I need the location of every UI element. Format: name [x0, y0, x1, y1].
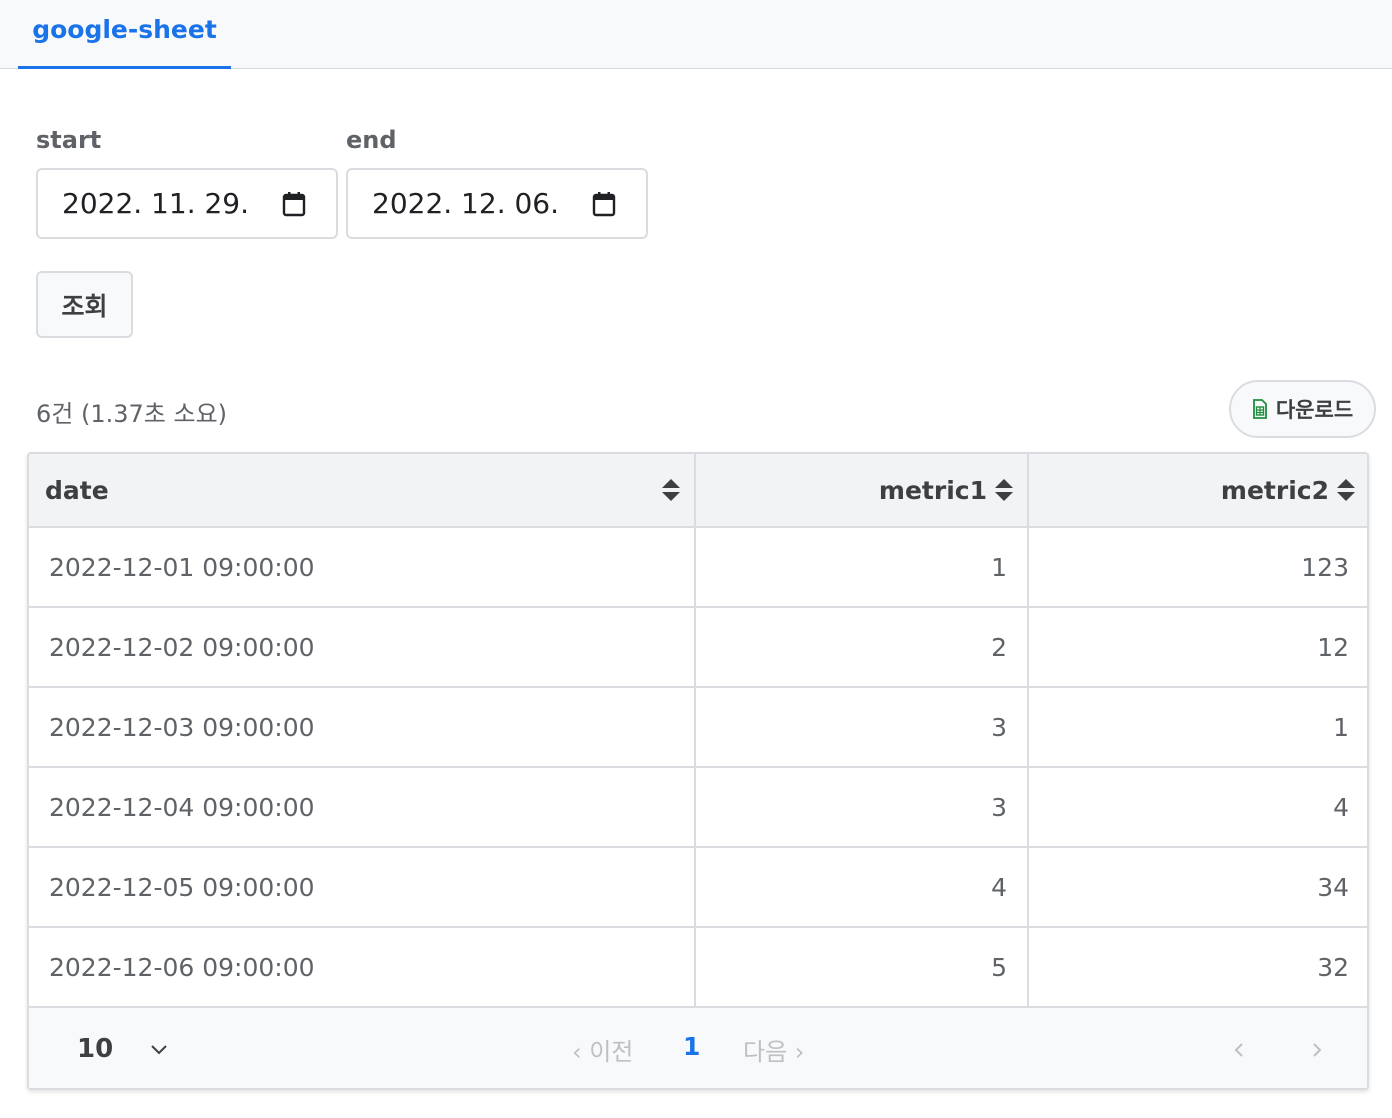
download-label: 다운로드 [1275, 399, 1354, 422]
calendar-icon[interactable] [282, 191, 306, 217]
column-header-date[interactable]: date [29, 454, 696, 526]
start-label: start [36, 126, 102, 154]
cell-metric2: 4 [1333, 792, 1349, 822]
tab-google-sheet[interactable]: google-sheet [18, 0, 231, 69]
cell-date: 2022-12-01 09:00:00 [29, 528, 696, 606]
cell-date: 2022-12-04 09:00:00 [29, 768, 696, 846]
start-date-value: 2022. 11. 29. [62, 187, 250, 220]
calendar-icon[interactable] [592, 191, 616, 217]
prev-page-button[interactable]: ‹ 이전 [572, 1032, 633, 1067]
cell-metric1: 2 [696, 608, 1029, 686]
cell-date: 2022-12-05 09:00:00 [29, 848, 696, 926]
query-button[interactable]: 조회 [36, 271, 133, 338]
sort-icon[interactable] [993, 477, 1015, 503]
cell-metric1: 4 [696, 848, 1029, 926]
cell-metric2: 34 [1317, 872, 1349, 902]
table-footer: 10 ‹ 이전 1 다음 › [29, 1008, 1367, 1088]
column-header-metric1[interactable]: metric1 [696, 454, 1029, 526]
results-table: date metric1 metric2 2022-12-01 09:00:00… [27, 452, 1369, 1090]
table-row: 2022-12-06 09:00:00 5 32 [29, 928, 1367, 1008]
table-row: 2022-12-01 09:00:00 1 123 [29, 528, 1367, 608]
cell-metric2: 32 [1317, 952, 1349, 982]
table-row: 2022-12-02 09:00:00 2 12 [29, 608, 1367, 688]
cell-metric1: 3 [696, 768, 1029, 846]
cell-metric1: 1 [696, 528, 1029, 606]
next-page-button[interactable]: 다음 › [743, 1032, 804, 1067]
tab-bar: google-sheet [0, 0, 1392, 69]
cell-metric1: 5 [696, 928, 1029, 1006]
cell-metric2: 12 [1317, 632, 1349, 662]
table-header-row: date metric1 metric2 [29, 454, 1367, 528]
table-row: 2022-12-03 09:00:00 3 1 [29, 688, 1367, 768]
sort-icon[interactable] [660, 477, 682, 503]
chevron-right-icon[interactable] [1307, 1038, 1327, 1062]
cell-date: 2022-12-03 09:00:00 [29, 688, 696, 766]
result-summary: 6건 (1.37초 소요) [36, 400, 228, 428]
cell-metric2: 123 [1301, 552, 1349, 582]
cell-date: 2022-12-02 09:00:00 [29, 608, 696, 686]
spreadsheet-icon [1252, 399, 1267, 419]
page-number-current[interactable]: 1 [683, 1032, 700, 1061]
table-row: 2022-12-04 09:00:00 3 4 [29, 768, 1367, 848]
sort-icon[interactable] [1335, 477, 1357, 503]
start-date-input[interactable]: 2022. 11. 29. [36, 168, 338, 239]
download-button[interactable]: 다운로드 [1229, 380, 1376, 438]
page-size-select[interactable]: 10 [77, 1034, 113, 1064]
chevron-left-icon[interactable] [1229, 1038, 1249, 1062]
column-header-metric2[interactable]: metric2 [1029, 454, 1367, 526]
chevron-down-icon[interactable] [147, 1038, 171, 1062]
end-date-input[interactable]: 2022. 12. 06. [346, 168, 648, 239]
end-label: end [346, 126, 397, 154]
cell-date: 2022-12-06 09:00:00 [29, 928, 696, 1006]
table-row: 2022-12-05 09:00:00 4 34 [29, 848, 1367, 928]
cell-metric1: 3 [696, 688, 1029, 766]
end-date-value: 2022. 12. 06. [372, 187, 560, 220]
cell-metric2: 1 [1333, 712, 1349, 742]
